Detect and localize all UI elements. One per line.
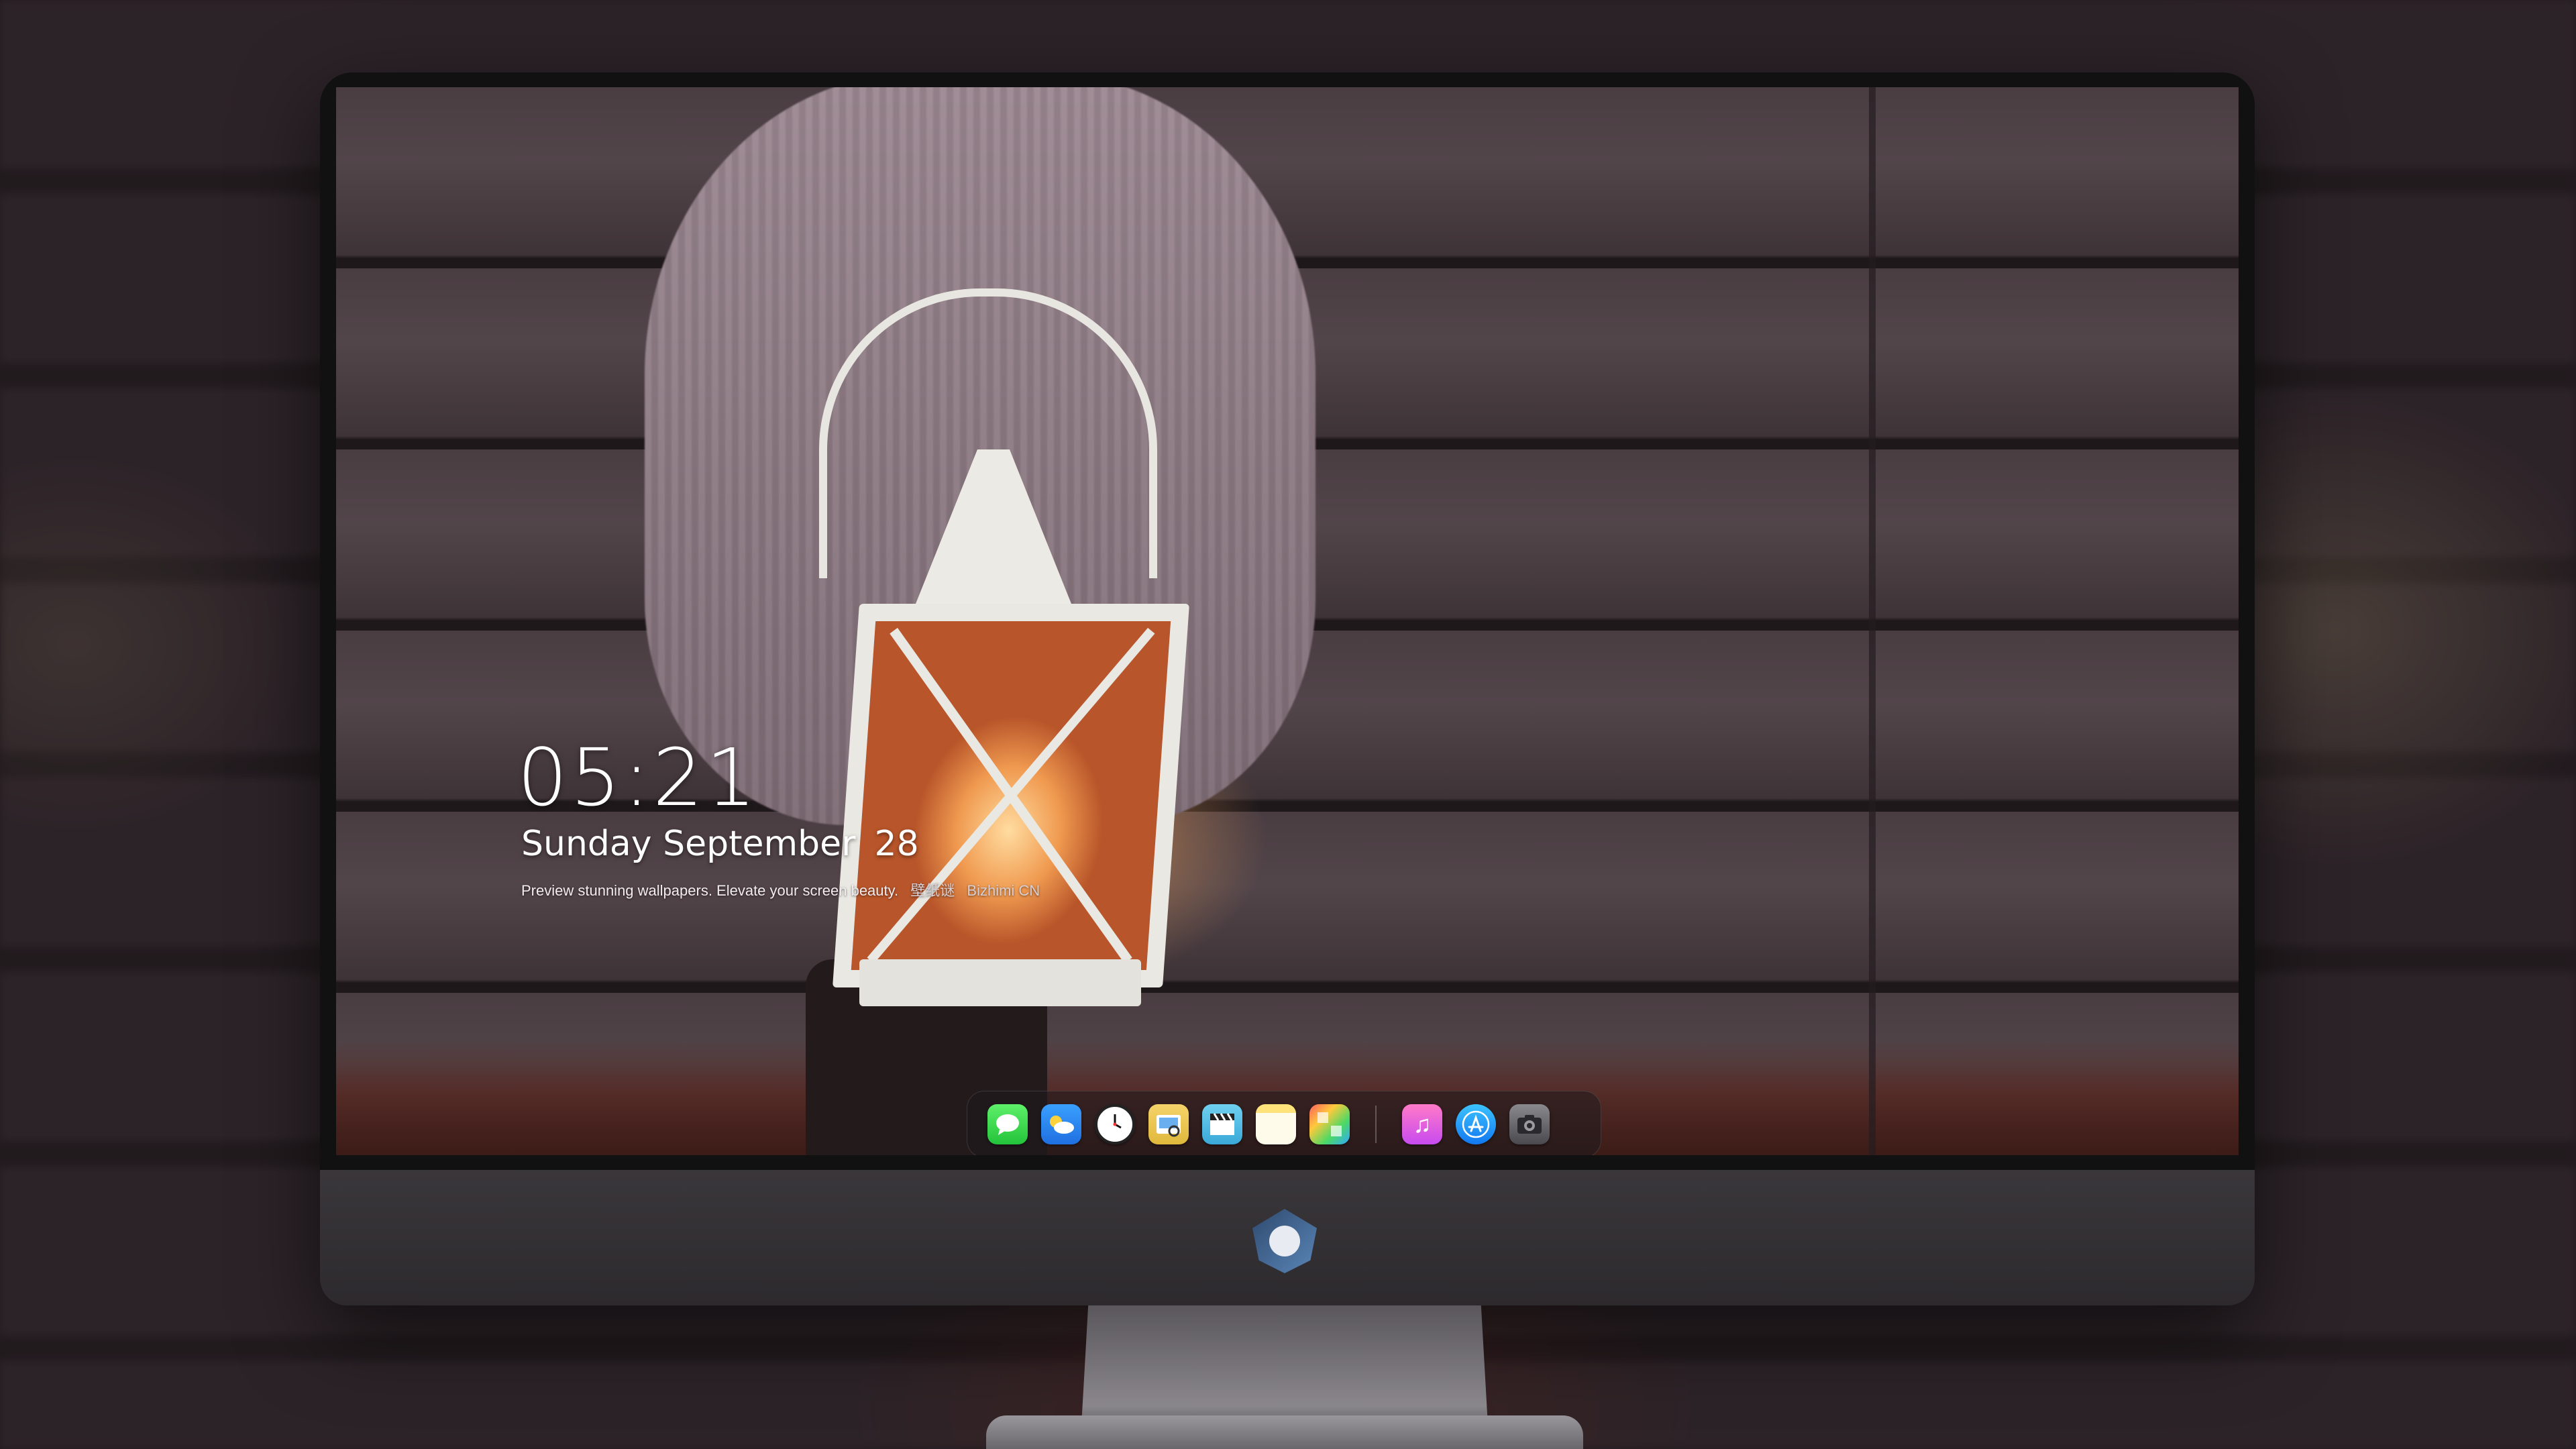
preview-icon[interactable]	[1148, 1104, 1189, 1144]
brand-cn: 壁纸谜	[910, 882, 955, 899]
lockscreen-date: Sunday September 28	[521, 824, 919, 864]
monitor-stand-base	[986, 1415, 1583, 1449]
date-number: 28	[874, 824, 919, 864]
lantern	[833, 604, 1189, 987]
music-icon[interactable]: ♫	[1402, 1104, 1442, 1144]
clips-icon[interactable]	[1202, 1104, 1242, 1144]
weather-icon[interactable]	[1041, 1104, 1081, 1144]
brand-logo-icon	[1252, 1209, 1317, 1273]
monitor-chin	[320, 1170, 2255, 1305]
tagline-text: Preview stunning wallpapers. Elevate you…	[521, 882, 899, 899]
notes-icon[interactable]	[1256, 1104, 1296, 1144]
date-day: Sunday	[521, 824, 652, 864]
photos-icon[interactable]	[1309, 1104, 1350, 1144]
lantern-base	[859, 959, 1141, 1006]
lock-screen[interactable]: 05:21 Sunday September 28 Preview stunnin…	[336, 87, 2239, 1155]
dock-separator	[1375, 1106, 1377, 1143]
imac-monitor: 05:21 Sunday September 28 Preview stunnin…	[320, 72, 2255, 1305]
wallpaper-tagline: Preview stunning wallpapers. Elevate you…	[521, 879, 1040, 900]
clock-icon[interactable]	[1095, 1104, 1135, 1144]
messages-icon[interactable]	[987, 1104, 1028, 1144]
camera-icon[interactable]	[1509, 1104, 1550, 1144]
app-store-icon[interactable]	[1456, 1104, 1496, 1144]
lockscreen-time: 05:21	[517, 731, 759, 824]
dock: ♫	[967, 1091, 1601, 1155]
brand-name: Bizhimi CN	[967, 882, 1040, 899]
date-month: September	[663, 824, 856, 864]
